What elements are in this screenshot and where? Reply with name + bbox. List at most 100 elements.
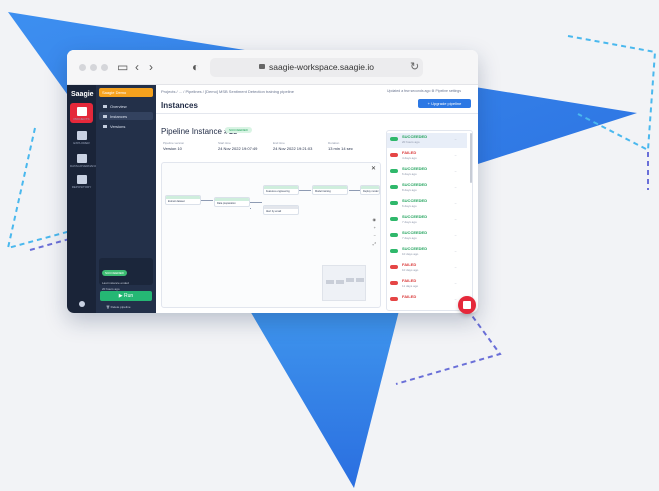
- chat-icon: [463, 301, 471, 309]
- project-selector[interactable]: Saagie Demo: [99, 88, 153, 97]
- page-title: Instances: [161, 101, 198, 110]
- graph-node[interactable]: Features engineering: [263, 185, 299, 195]
- folder-icon: [76, 107, 87, 116]
- instance-list-item[interactable]: SUCCEEDED 7 days ago →: [387, 229, 467, 244]
- instance-number-badge: [390, 169, 398, 173]
- breadcrumb[interactable]: Projects / ... / Pipelines / [Demo] MSB …: [161, 89, 294, 94]
- pipeline-settings-link[interactable]: Pipeline settings: [436, 89, 462, 93]
- instance-time: 6 days ago: [402, 204, 417, 208]
- instance-number-badge: [390, 249, 398, 253]
- instance-status: SUCCEEDED: [402, 134, 428, 139]
- instance-number-badge: [390, 233, 398, 237]
- avatar-icon: [78, 301, 85, 307]
- instance-list-item[interactable]: FAILED 4 days ago →: [387, 149, 467, 164]
- fit-view-icon[interactable]: ◉: [373, 217, 377, 222]
- arrow-icon: →: [454, 249, 457, 253]
- arrow-icon: →: [454, 153, 457, 157]
- reload-icon[interactable]: ↻: [410, 60, 419, 73]
- window-maximize-dot[interactable]: [101, 64, 108, 71]
- user-avatar[interactable]: [70, 301, 93, 308]
- saagie-logo: Saagie: [71, 91, 94, 98]
- run-button[interactable]: ▶ Run: [100, 291, 152, 301]
- instance-status: SUCCEEDED: [402, 198, 428, 203]
- instance-list-item[interactable]: SUCCEEDED 7 days ago →: [387, 213, 467, 228]
- window-close-dot[interactable]: [79, 64, 86, 71]
- forward-icon[interactable]: ›: [149, 60, 153, 74]
- graph-node[interactable]: Deploy model: [360, 185, 380, 195]
- project-nav: Saagie Demo Overview Instances Versions …: [96, 85, 156, 313]
- instance-time: 20 hours ago: [402, 140, 420, 144]
- zoom-in-icon[interactable]: +: [374, 225, 376, 230]
- graph-node[interactable]: Alert by email: [263, 205, 299, 215]
- arrow-icon: →: [454, 137, 457, 141]
- nav-item-label: Instances: [110, 114, 128, 119]
- instance-time: 4 days ago: [402, 156, 417, 160]
- sidebar-toggle-icon[interactable]: ▭: [117, 60, 128, 74]
- nav-item-overview[interactable]: Overview: [99, 102, 153, 110]
- rail-item-label: REPOSITORY: [71, 185, 92, 189]
- instance-time: 10 days ago: [402, 252, 419, 256]
- graph-edge: [250, 208, 251, 209]
- rail-item-label: DATAGOVERNANCE: [70, 164, 99, 168]
- graph-node[interactable]: Model training: [312, 185, 348, 195]
- expand-icon[interactable]: ⤢: [373, 241, 376, 246]
- app-rail: Saagie PROJECTS EXPLORER DATAGOVERNANCE …: [67, 85, 99, 313]
- meta-value: 24 Nov 2022 19:21:03: [273, 146, 313, 151]
- instance-status: FAILED: [402, 262, 417, 267]
- rail-item-repository[interactable]: REPOSITORY: [70, 175, 93, 189]
- instance-time: 11 days ago: [402, 284, 419, 288]
- status-badge: SUCCEEDED: [102, 270, 127, 276]
- instance-list-item[interactable]: SUCCEEDED 6 days ago →: [387, 197, 467, 212]
- back-icon[interactable]: ‹: [135, 60, 139, 74]
- nav-item-instances[interactable]: Instances: [99, 112, 153, 120]
- upgrade-label: Upgrade pipeline: [431, 101, 462, 106]
- instance-number-badge: [390, 281, 398, 285]
- meta-value: Version 10: [163, 146, 182, 151]
- pipeline-graph[interactable]: ✕ Extract dataset Data preparation Featu…: [161, 162, 381, 308]
- window-minimize-dot[interactable]: [90, 64, 97, 71]
- nav-item-versions[interactable]: Versions: [99, 122, 153, 130]
- graph-minimap[interactable]: [322, 265, 366, 301]
- zoom-out-icon[interactable]: −: [374, 233, 376, 238]
- instance-number-badge: [390, 153, 398, 157]
- graph-edge: [299, 190, 311, 191]
- instance-time: 10 days ago: [402, 268, 419, 272]
- instance-status: SUCCEEDED: [402, 182, 428, 187]
- instance-number-badge: [390, 201, 398, 205]
- close-icon[interactable]: ✕: [371, 165, 376, 172]
- instance-list-item[interactable]: FAILED 10 days ago →: [387, 261, 467, 276]
- header-status: Updated a few seconds ago ⚙ Pipeline set…: [387, 89, 461, 93]
- chat-button[interactable]: [458, 296, 476, 314]
- browser-titlebar: ▭ ‹ › ◐ saagie-workspace.saagie.io ↻: [67, 50, 478, 85]
- address-bar[interactable]: saagie-workspace.saagie.io: [210, 58, 423, 77]
- arrow-icon: →: [454, 281, 457, 285]
- rail-item-explorer[interactable]: EXPLORER: [70, 131, 93, 145]
- node-label: Extract dataset: [168, 200, 185, 203]
- instance-list-item[interactable]: FAILED 11 days ago →: [387, 277, 467, 292]
- instance-list-item[interactable]: SUCCEEDED 10 days ago →: [387, 245, 467, 260]
- delete-label: Delete pipeline: [110, 305, 131, 309]
- instance-list-scrollbar[interactable]: [470, 133, 472, 183]
- last-instance-card: SUCCEEDED Last instance ended 20 hours a…: [99, 258, 153, 291]
- node-label: Features engineering: [266, 190, 290, 193]
- arrow-icon: →: [454, 201, 457, 205]
- updated-text: Updated a few seconds ago: [387, 89, 431, 93]
- instance-list-item[interactable]: SUCCEEDED 6 days ago →: [387, 165, 467, 180]
- instance-number-badge: [390, 217, 398, 221]
- rail-item-projects[interactable]: PROJECTS: [70, 103, 93, 123]
- instance-number-badge: [390, 297, 398, 301]
- instance-time: 7 days ago: [402, 220, 417, 224]
- graph-edge: [250, 202, 262, 203]
- rail-item-label: EXPLORER: [73, 141, 90, 145]
- graph-node[interactable]: Extract dataset: [165, 195, 201, 205]
- instance-list-item[interactable]: SUCCEEDED 20 hours ago →: [387, 133, 467, 148]
- meta-value: 13 min 14 sec: [328, 146, 353, 151]
- delete-pipeline-link[interactable]: 🗑 Delete pipeline: [106, 305, 131, 309]
- graph-node[interactable]: Data preparation: [214, 197, 250, 207]
- privacy-shield-icon[interactable]: ◐: [192, 60, 199, 74]
- instance-status: FAILED: [402, 294, 417, 299]
- instance-list-item[interactable]: SUCCEEDED 8 days ago →: [387, 181, 467, 196]
- upgrade-pipeline-button[interactable]: + Upgrade pipeline: [418, 99, 471, 108]
- instance-list-item[interactable]: FAILED →: [387, 293, 467, 308]
- rail-item-datagovernance[interactable]: DATAGOVERNANCE: [70, 154, 99, 168]
